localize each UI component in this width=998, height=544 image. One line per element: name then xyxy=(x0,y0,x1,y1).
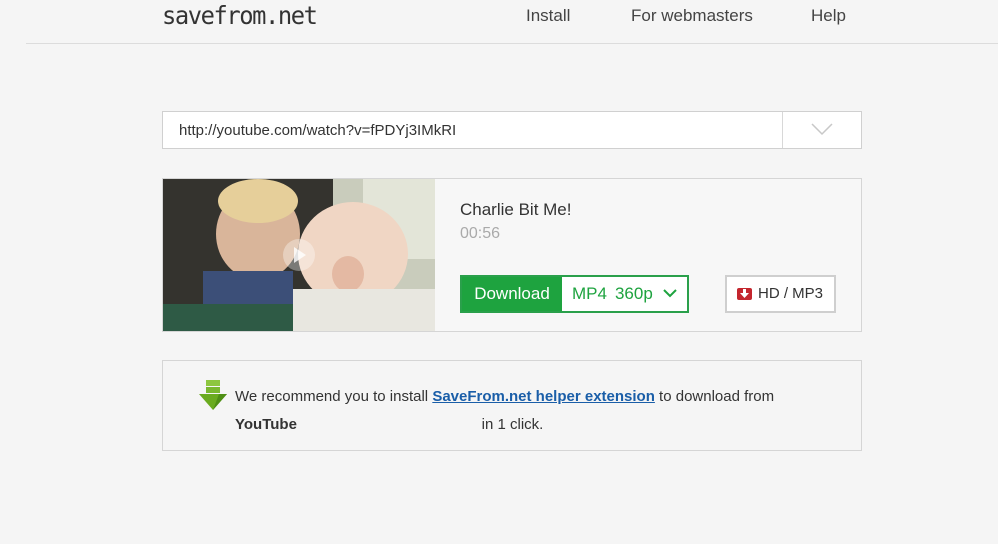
nav-help[interactable]: Help xyxy=(811,6,846,26)
recommend-text-before: We recommend you to install xyxy=(235,388,433,405)
green-download-arrow-icon xyxy=(199,380,227,410)
download-button[interactable]: Download xyxy=(462,277,562,311)
header: savefrom.net Install For webmasters Help xyxy=(26,0,998,44)
video-duration: 00:56 xyxy=(460,225,501,242)
nav-install[interactable]: Install xyxy=(526,6,570,26)
result-card: Charlie Bit Me! 00:56 Download MP4 360p H… xyxy=(162,178,862,332)
hd-mp3-label: HD / MP3 xyxy=(758,285,824,302)
play-icon xyxy=(294,247,306,263)
play-button[interactable] xyxy=(283,239,315,271)
format-label: MP4 xyxy=(572,284,607,303)
url-input[interactable] xyxy=(163,112,783,148)
url-box xyxy=(162,111,862,149)
url-dropdown-button[interactable] xyxy=(783,112,861,148)
chevron-down-icon xyxy=(663,289,677,298)
recommend-text-after: in 1 click. xyxy=(481,416,544,433)
video-title: Charlie Bit Me! xyxy=(460,200,572,219)
video-thumbnail[interactable] xyxy=(163,179,435,331)
recommend-text: We recommend you to install SaveFrom.net… xyxy=(235,383,835,439)
recommend-box: We recommend you to install SaveFrom.net… xyxy=(162,360,862,451)
site-logo[interactable]: savefrom.net xyxy=(162,1,318,30)
chevron-down-icon xyxy=(811,123,833,136)
recommend-text-middle: to download from xyxy=(654,388,775,405)
download-group: Download MP4 360p xyxy=(460,275,689,313)
download-arrow-icon xyxy=(737,288,752,300)
quality-label: 360p xyxy=(614,284,653,303)
helper-extension-link[interactable]: SaveFrom.net helper extension xyxy=(432,388,655,405)
nav-for-webmasters[interactable]: For webmasters xyxy=(631,6,753,26)
format-select[interactable]: MP4 360p xyxy=(562,277,687,311)
hd-mp3-button[interactable]: HD / MP3 xyxy=(725,275,836,313)
